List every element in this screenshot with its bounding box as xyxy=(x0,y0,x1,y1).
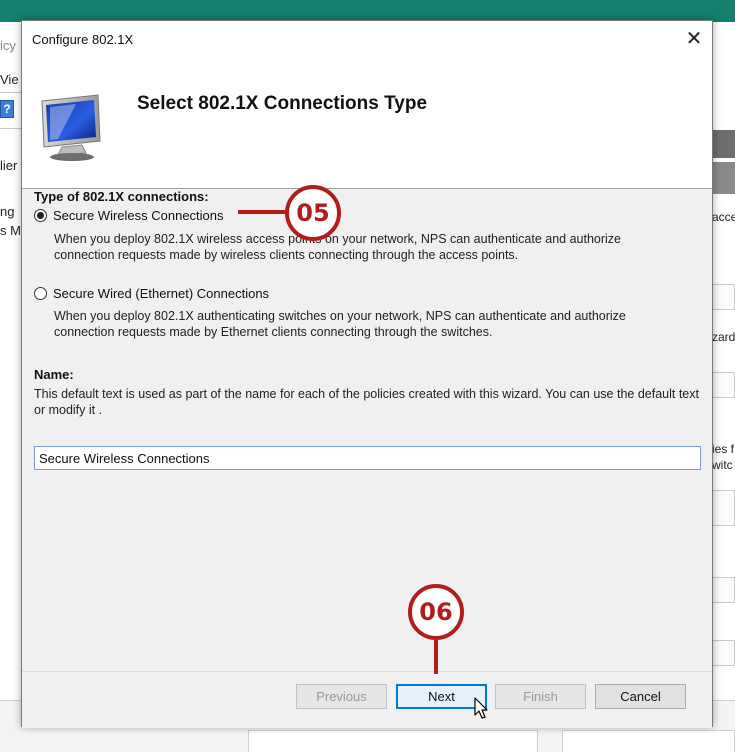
page-title: Select 802.1X Connections Type xyxy=(137,93,428,114)
bg-fragment: acce xyxy=(712,210,735,224)
dialog-title-bar: Configure 802.1X ✕ xyxy=(22,21,712,57)
bg-header-bar xyxy=(712,162,735,194)
bg-fragment: witc xyxy=(712,458,733,472)
divider xyxy=(0,128,22,129)
name-help-text: This default text is used as part of the… xyxy=(34,387,699,417)
radio-button[interactable] xyxy=(34,287,47,300)
background-right-panel: acce zard ies f witc xyxy=(712,22,735,752)
configure-802-1x-dialog: Configure 802.1X ✕ Select 802.1X Connect… xyxy=(21,20,713,728)
dialog-title: Configure 802.1X xyxy=(32,32,134,47)
cancel-button[interactable]: Cancel xyxy=(595,684,686,709)
help-icon[interactable]: ? xyxy=(0,100,14,118)
option-description: When you deploy 802.1X authenticating sw… xyxy=(54,309,626,339)
option-description: When you deploy 802.1X wireless access p… xyxy=(54,232,621,262)
bg-fragment: zard xyxy=(712,330,735,344)
radio-option-wireless[interactable]: Secure Wireless Connections xyxy=(34,208,224,223)
callout-connector xyxy=(434,640,438,674)
radio-button-checked[interactable] xyxy=(34,209,47,222)
radio-label: Secure Wireless Connections xyxy=(53,208,224,223)
wizard-footer: Previous Next Finish Cancel xyxy=(22,671,712,728)
bg-dropdown xyxy=(712,372,735,398)
background-left-panel: icy Vie ? lier ng s M xyxy=(0,22,22,752)
bg-fragment: lier xyxy=(0,158,18,173)
callout-connector xyxy=(238,210,290,214)
bg-box xyxy=(712,577,735,603)
radio-label: Secure Wired (Ethernet) Connections xyxy=(53,286,270,301)
bg-fragment: ng xyxy=(0,204,15,219)
previous-button[interactable]: Previous xyxy=(296,684,387,709)
radio-option-wired[interactable]: Secure Wired (Ethernet) Connections xyxy=(34,286,269,301)
bg-box xyxy=(712,284,735,310)
bg-box xyxy=(712,490,735,526)
bg-fragment: s M xyxy=(0,223,21,238)
close-button[interactable]: ✕ xyxy=(680,25,708,53)
background-card xyxy=(248,730,538,752)
bg-fragment: Vie xyxy=(0,72,19,87)
wizard-content: Type of 802.1X connections: Secure Wirel… xyxy=(22,189,712,671)
bg-fragment: icy xyxy=(0,38,16,53)
bg-box xyxy=(712,640,735,666)
divider xyxy=(0,92,22,93)
mouse-pointer-icon xyxy=(474,697,488,719)
bg-fragment: ies f xyxy=(712,442,735,456)
step-05-callout: 05 xyxy=(285,185,341,241)
monitor-icon xyxy=(41,94,101,161)
background-title-bar xyxy=(0,0,735,22)
connection-type-label: Type of 802.1X connections: xyxy=(34,189,209,204)
step-06-callout: 06 xyxy=(408,584,464,640)
background-card xyxy=(562,730,735,752)
name-label: Name: xyxy=(34,367,74,382)
bg-header-bar xyxy=(712,130,735,158)
wizard-header: Select 802.1X Connections Type xyxy=(22,57,712,189)
finish-button[interactable]: Finish xyxy=(495,684,586,709)
policy-name-input[interactable] xyxy=(34,446,701,470)
